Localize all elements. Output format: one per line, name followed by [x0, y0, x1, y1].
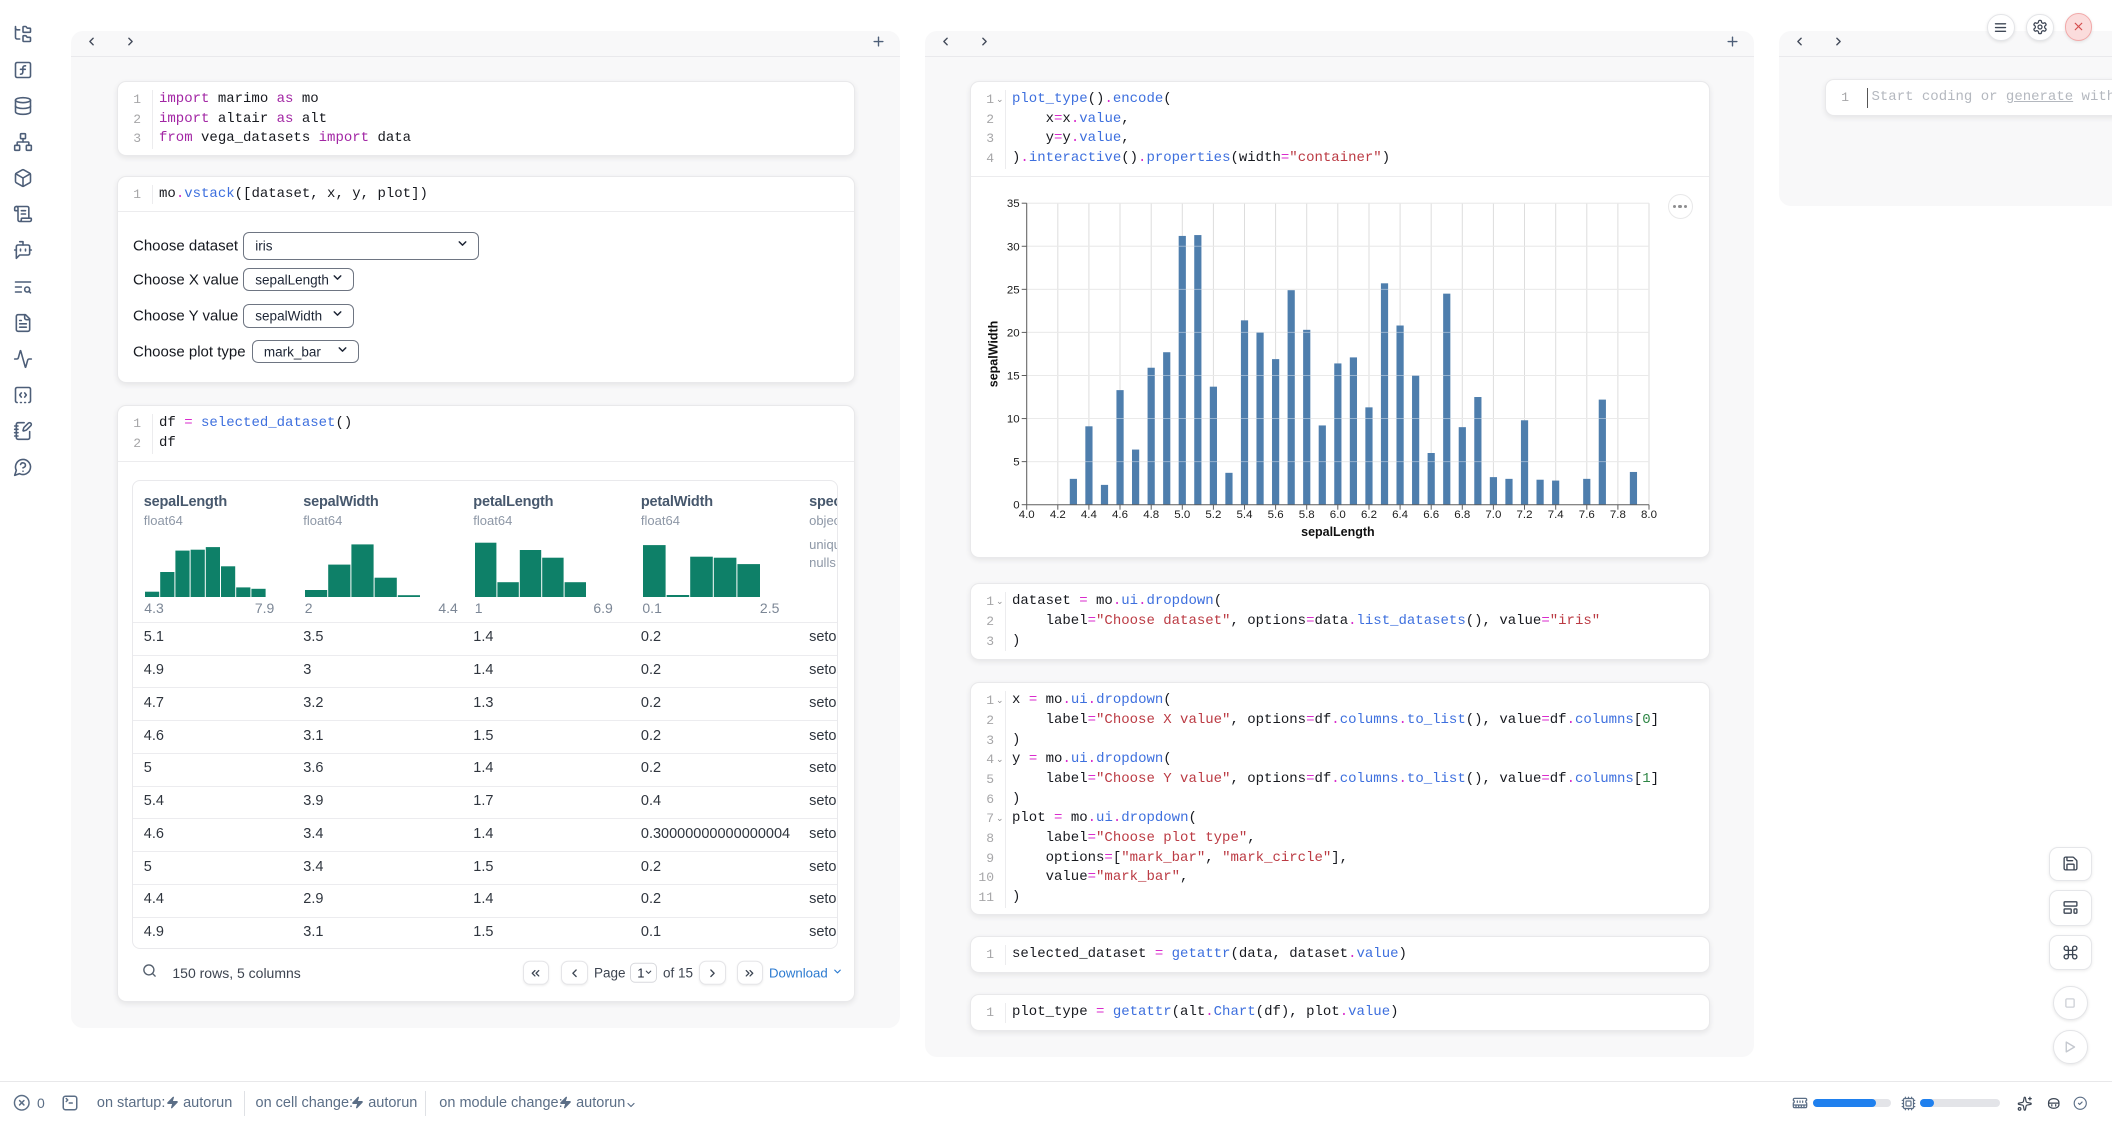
svg-text:7.0: 7.0: [1485, 509, 1501, 521]
svg-text:0: 0: [1013, 499, 1019, 511]
svg-text:10: 10: [1007, 413, 1020, 425]
svg-text:7.6: 7.6: [1579, 509, 1595, 521]
svg-text:sepalWidth: sepalWidth: [987, 321, 1001, 387]
svg-text:4.8: 4.8: [1143, 509, 1159, 521]
svg-text:6.6: 6.6: [1423, 509, 1439, 521]
svg-text:6.4: 6.4: [1392, 509, 1409, 521]
svg-text:5.0: 5.0: [1174, 509, 1190, 521]
svg-text:7.2: 7.2: [1517, 509, 1533, 521]
svg-text:5.6: 5.6: [1268, 509, 1284, 521]
svg-text:4.0: 4.0: [1019, 509, 1035, 521]
svg-text:5: 5: [1013, 456, 1019, 468]
svg-text:8.0: 8.0: [1641, 509, 1657, 521]
svg-text:4.4: 4.4: [1081, 509, 1098, 521]
svg-text:7.4: 7.4: [1548, 509, 1565, 521]
svg-text:6.2: 6.2: [1361, 509, 1377, 521]
svg-text:20: 20: [1007, 327, 1020, 339]
svg-text:35: 35: [1007, 198, 1020, 210]
svg-text:4.2: 4.2: [1050, 509, 1066, 521]
svg-text:sepalLength: sepalLength: [1301, 525, 1375, 539]
svg-text:25: 25: [1007, 284, 1020, 296]
svg-text:6.8: 6.8: [1454, 509, 1470, 521]
svg-text:7.8: 7.8: [1610, 509, 1626, 521]
svg-text:5.8: 5.8: [1299, 509, 1315, 521]
svg-text:5.2: 5.2: [1205, 509, 1221, 521]
svg-text:4.6: 4.6: [1112, 509, 1128, 521]
svg-text:6.0: 6.0: [1330, 509, 1346, 521]
svg-text:5.4: 5.4: [1237, 509, 1254, 521]
svg-text:30: 30: [1007, 241, 1020, 253]
svg-text:15: 15: [1007, 370, 1020, 382]
